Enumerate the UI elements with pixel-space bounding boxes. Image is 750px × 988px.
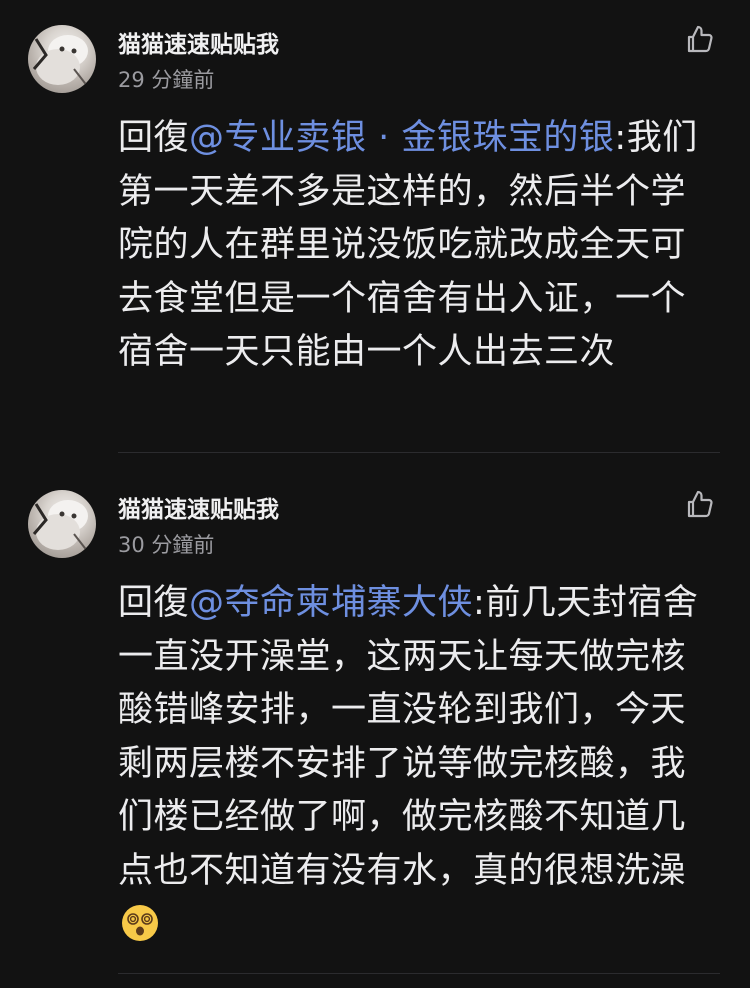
comment-body: 回復@专业卖银 · 金银珠宝的银:我们第一天差不多是这样的，然后半个学院的人在群… bbox=[118, 112, 718, 380]
comment-text: :前几天封宿舍一直没开澡堂，这两天让每天做完核酸错峰安排，一直没轮到我们，今天剩… bbox=[118, 583, 699, 891]
username[interactable]: 猫猫速速贴贴我 bbox=[118, 25, 279, 59]
like-icon[interactable] bbox=[682, 487, 716, 521]
mention-link[interactable]: @夺命柬埔寨大侠 bbox=[189, 583, 473, 623]
username[interactable]: 猫猫速速贴贴我 bbox=[118, 490, 279, 524]
reply-prefix: 回復 bbox=[118, 118, 190, 158]
timestamp: 29 分鐘前 bbox=[118, 68, 215, 92]
timestamp: 30 分鐘前 bbox=[118, 533, 215, 557]
divider bbox=[118, 973, 720, 974]
comment-item: 猫猫速速贴贴我 30 分鐘前 回復@夺命柬埔寨大侠:前几天封宿舍一直没开澡堂，这… bbox=[0, 465, 750, 988]
avatar[interactable] bbox=[28, 490, 96, 558]
divider bbox=[118, 452, 720, 453]
reply-prefix: 回復 bbox=[118, 583, 190, 623]
comment-item: 猫猫速速贴贴我 29 分鐘前 回復@专业卖银 · 金银珠宝的银:我们第一天差不多… bbox=[0, 0, 750, 455]
mention-link[interactable]: @专业卖银 · 金银珠宝的银 bbox=[189, 118, 614, 158]
dizzy-face-icon bbox=[120, 903, 160, 943]
comment-body: 回復@夺命柬埔寨大侠:前几天封宿舍一直没开澡堂，这两天让每天做完核酸错峰安排，一… bbox=[118, 577, 718, 952]
like-icon[interactable] bbox=[682, 22, 716, 56]
avatar[interactable] bbox=[28, 25, 96, 93]
